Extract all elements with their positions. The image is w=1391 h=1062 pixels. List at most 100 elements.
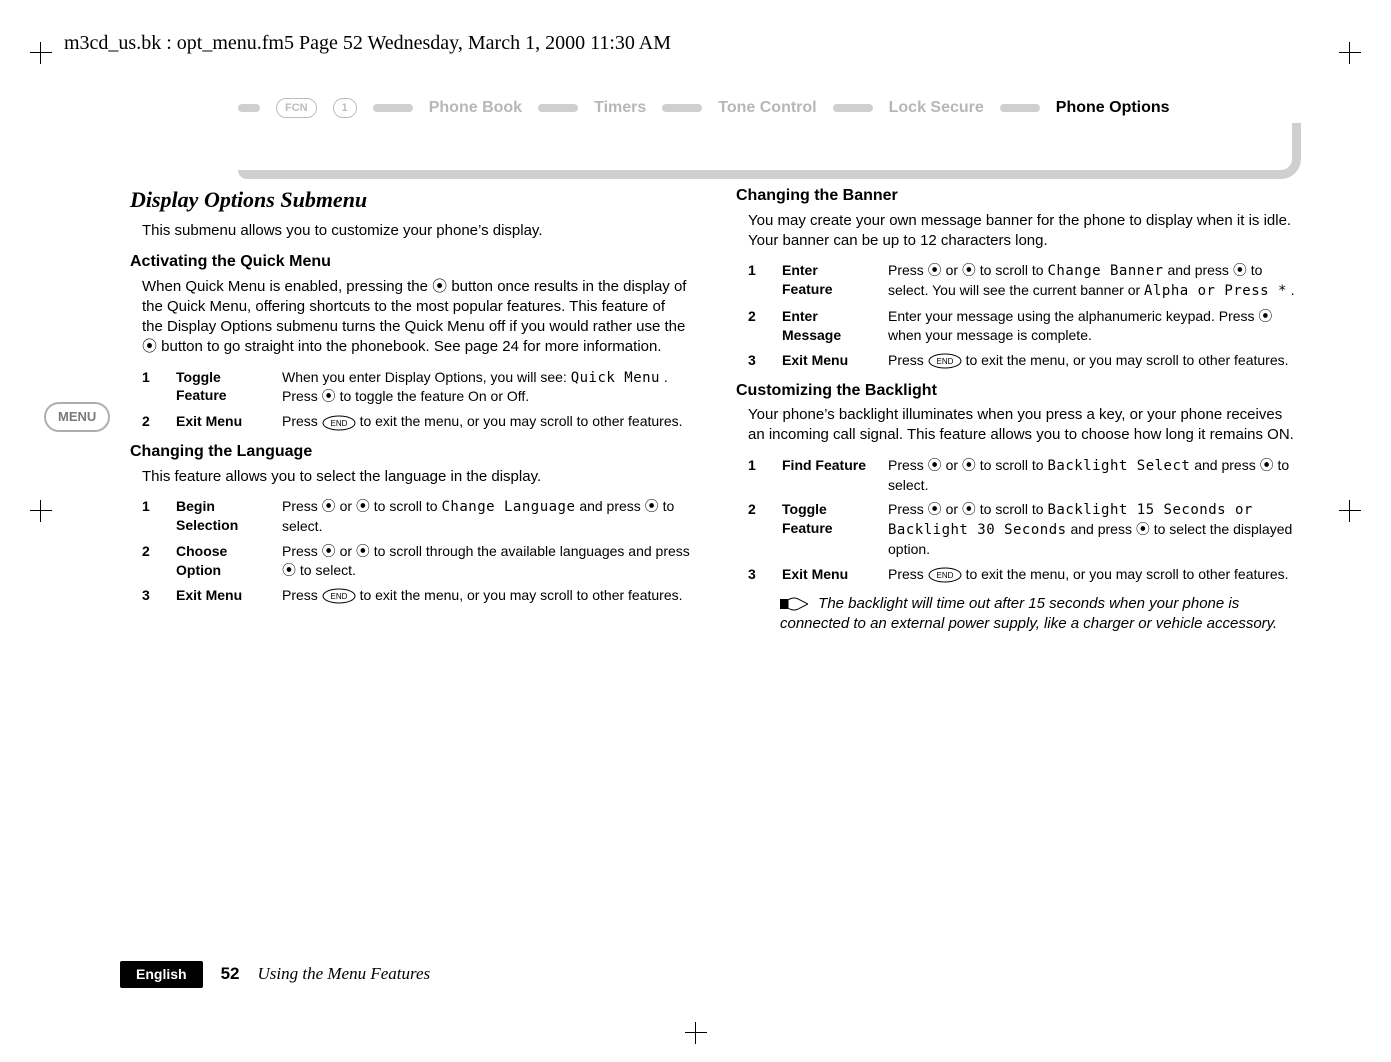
step-label: Find Feature xyxy=(782,456,872,495)
left-column: Display Options Submenu This submenu all… xyxy=(130,181,690,634)
step-text: Press ⦿ or ⦿ to scroll to xyxy=(888,457,1047,473)
step-text: to exit the menu, or you may scroll to o… xyxy=(360,587,683,603)
step-number: 2 xyxy=(748,500,766,559)
step-row: 2 Enter Message Enter your message using… xyxy=(748,307,1296,345)
step-label: Begin Selection xyxy=(176,497,266,536)
step-desc: Press END to exit the menu, or you may s… xyxy=(282,412,690,431)
step-text: Press ⦿ or ⦿ to scroll to xyxy=(888,501,1047,517)
crop-mark-icon xyxy=(30,500,52,522)
end-key-icon: END xyxy=(322,415,356,431)
crop-mark-icon xyxy=(30,42,52,64)
note-hand-icon xyxy=(780,596,808,612)
crop-mark-icon xyxy=(1339,42,1361,64)
nav-item-phone-options: Phone Options xyxy=(1056,97,1170,119)
step-label: Toggle Feature xyxy=(176,368,266,407)
page-footer: English 52 Using the Menu Features xyxy=(120,961,430,988)
path-connector-icon xyxy=(1000,104,1040,112)
step-label: Exit Menu xyxy=(782,565,872,584)
step-desc: Press ⦿ or ⦿ to scroll to Backlight 15 S… xyxy=(888,500,1296,559)
crop-mark-icon xyxy=(1339,500,1361,522)
display-text: Change Banner xyxy=(1047,263,1163,279)
step-label: Enter Feature xyxy=(782,261,872,301)
section-activating-quick-menu: Activating the Quick Menu xyxy=(130,251,690,273)
step-desc: When you enter Display Options, you will… xyxy=(282,368,690,407)
step-row: 3 Exit Menu Press END to exit the menu, … xyxy=(748,565,1296,584)
step-text: When you enter Display Options, you will… xyxy=(282,369,571,385)
path-connector-icon xyxy=(538,104,578,112)
step-number: 1 xyxy=(748,261,766,301)
section-changing-banner: Changing the Banner xyxy=(736,185,1296,207)
crop-mark-icon xyxy=(685,1022,707,1044)
step-number: 2 xyxy=(142,542,160,580)
step-row: 2 Choose Option Press ⦿ or ⦿ to scroll t… xyxy=(142,542,690,580)
step-label: Enter Message xyxy=(782,307,872,345)
note-body: The backlight will time out after 15 sec… xyxy=(780,595,1277,632)
submenu-title: Display Options Submenu xyxy=(130,185,690,215)
step-text: Press xyxy=(888,566,928,582)
step-label: Exit Menu xyxy=(176,412,266,431)
step-number: 1 xyxy=(748,456,766,495)
step-number: 3 xyxy=(142,586,160,605)
path-return-icon xyxy=(286,123,1301,179)
step-desc: Press ⦿ or ⦿ to scroll to Change Banner … xyxy=(888,261,1296,301)
nav-item-tone-control: Tone Control xyxy=(718,97,816,119)
step-label: Toggle Feature xyxy=(782,500,872,559)
step-row: 1 Begin Selection Press ⦿ or ⦿ to scroll… xyxy=(142,497,690,536)
svg-text:END: END xyxy=(330,592,347,601)
step-desc: Press END to exit the menu, or you may s… xyxy=(888,565,1296,584)
svg-text:END: END xyxy=(936,357,953,366)
step-row: 3 Exit Menu Press END to exit the menu, … xyxy=(142,586,690,605)
step-text: to exit the menu, or you may scroll to o… xyxy=(966,566,1289,582)
section-changing-language: Changing the Language xyxy=(130,441,690,463)
step-desc: Press ⦿ or ⦿ to scroll to Backlight Sele… xyxy=(888,456,1296,495)
path-connector-icon xyxy=(662,104,702,112)
menu-path-bar: FCN 1 Phone Book Timers Tone Control Loc… xyxy=(238,97,1293,161)
step-number: 1 xyxy=(142,497,160,536)
section-customizing-backlight: Customizing the Backlight xyxy=(736,380,1296,402)
section-body: You may create your own message banner f… xyxy=(748,211,1296,252)
one-key-icon: 1 xyxy=(333,98,357,118)
step-number: 2 xyxy=(748,307,766,345)
path-connector-icon xyxy=(833,104,873,112)
step-number: 2 xyxy=(142,412,160,431)
step-desc: Enter your message using the alphanumeri… xyxy=(888,307,1296,345)
page-number: 52 xyxy=(221,963,240,986)
section-body: Your phone’s backlight illuminates when … xyxy=(748,405,1296,446)
step-text: Press ⦿ or ⦿ to scroll to xyxy=(282,498,441,514)
doc-header: m3cd_us.bk : opt_menu.fm5 Page 52 Wednes… xyxy=(64,30,1333,57)
footer-title: Using the Menu Features xyxy=(257,963,430,986)
end-key-icon: END xyxy=(322,588,356,604)
section-body: This feature allows you to select the la… xyxy=(142,467,690,487)
svg-text:END: END xyxy=(330,419,347,428)
step-text: Press xyxy=(282,587,322,603)
step-number: 1 xyxy=(142,368,160,407)
step-row: 1 Find Feature Press ⦿ or ⦿ to scroll to… xyxy=(748,456,1296,495)
right-column: Changing the Banner You may create your … xyxy=(736,181,1296,634)
language-tag: English xyxy=(120,961,203,988)
step-text: to exit the menu, or you may scroll to o… xyxy=(360,413,683,429)
step-desc: Press ⦿ or ⦿ to scroll through the avail… xyxy=(282,542,690,580)
svg-text:END: END xyxy=(936,571,953,580)
path-connector-icon xyxy=(238,104,260,112)
step-desc: Press END to exit the menu, or you may s… xyxy=(282,586,690,605)
step-row: 1 Toggle Feature When you enter Display … xyxy=(142,368,690,407)
step-desc: Press ⦿ or ⦿ to scroll to Change Languag… xyxy=(282,497,690,536)
step-text: Press xyxy=(282,413,322,429)
nav-item-timers: Timers xyxy=(594,97,646,119)
fcn-key-icon: FCN xyxy=(276,98,317,118)
end-key-icon: END xyxy=(928,353,962,369)
step-text: to exit the menu, or you may scroll to o… xyxy=(966,352,1289,368)
nav-item-lock-secure: Lock Secure xyxy=(889,97,984,119)
nav-item-phone-book: Phone Book xyxy=(429,97,522,119)
step-row: 2 Toggle Feature Press ⦿ or ⦿ to scroll … xyxy=(748,500,1296,559)
step-label: Choose Option xyxy=(176,542,266,580)
display-text: Quick Menu xyxy=(571,370,660,386)
section-body: When Quick Menu is enabled, pressing the… xyxy=(142,277,690,358)
step-label: Exit Menu xyxy=(176,586,266,605)
step-row: 2 Exit Menu Press END to exit the menu, … xyxy=(142,412,690,431)
end-key-icon: END xyxy=(928,567,962,583)
display-text: Alpha or Press * xyxy=(1144,283,1287,299)
step-desc: Press END to exit the menu, or you may s… xyxy=(888,351,1296,370)
step-row: 3 Exit Menu Press END to exit the menu, … xyxy=(748,351,1296,370)
note-text: The backlight will time out after 15 sec… xyxy=(780,594,1296,635)
